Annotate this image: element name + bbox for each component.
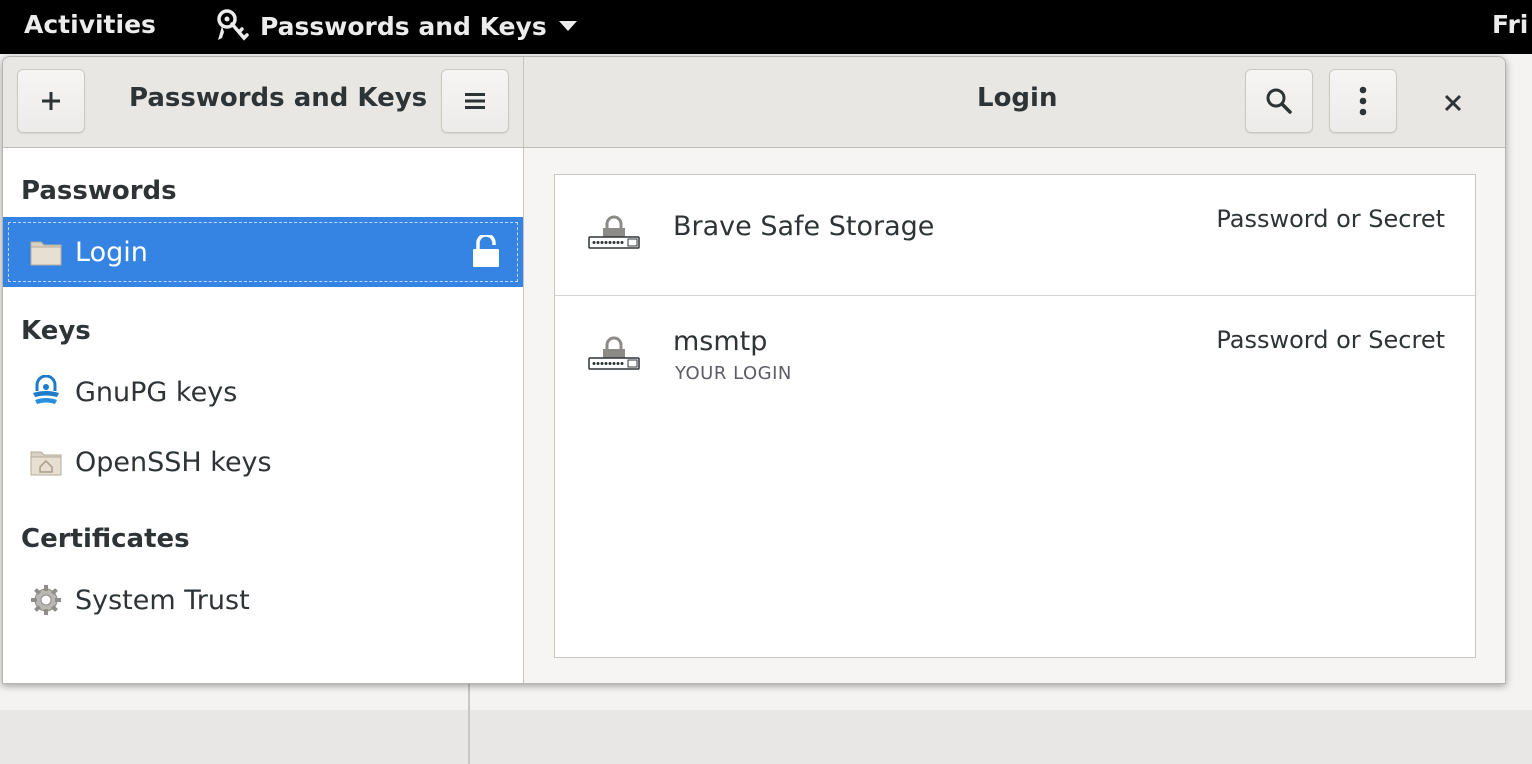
gnupg-icon	[33, 375, 59, 404]
sidebar-item-label: OpenSSH keys	[75, 446, 272, 478]
password-key-icon	[588, 215, 640, 249]
top-bar: Activities Passwords and Keys Fri	[0, 0, 1532, 54]
main-menu-button[interactable]	[441, 69, 509, 133]
sidebar-item-label: System Trust	[75, 584, 250, 616]
plus-icon	[42, 92, 60, 110]
section-title-passwords: Passwords	[21, 176, 177, 206]
app-menu-label: Passwords and Keys	[260, 11, 547, 41]
item-name: Brave Safe Storage	[673, 211, 935, 242]
vertical-dots-icon	[1359, 86, 1367, 116]
app-menu[interactable]: Passwords and Keys	[214, 8, 577, 44]
sidebar-item-gnupg-keys[interactable]: GnuPG keys	[3, 357, 523, 427]
folder-icon	[30, 241, 62, 266]
list-item[interactable]: Brave Safe Storage Password or Secret	[555, 175, 1475, 296]
close-button[interactable]	[1433, 83, 1473, 123]
content-pane: Brave Safe Storage Password or Secret ms…	[524, 148, 1505, 683]
password-key-icon	[588, 336, 640, 370]
header-bar: Passwords and Keys Login	[3, 57, 1505, 148]
activities-button[interactable]: Activities	[24, 10, 156, 39]
item-type: Password or Secret	[1216, 326, 1445, 354]
background-divider	[468, 674, 470, 764]
add-button[interactable]	[17, 69, 85, 133]
sidebar-title: Passwords and Keys	[129, 83, 428, 113]
keys-app-icon	[217, 9, 249, 41]
section-title-keys: Keys	[21, 316, 91, 346]
item-type: Password or Secret	[1216, 205, 1445, 233]
close-icon	[1444, 94, 1462, 112]
passwords-and-keys-window: Passwords and Keys Login Passwords Login…	[2, 56, 1506, 684]
more-options-button[interactable]	[1329, 69, 1397, 133]
gear-icon	[31, 585, 61, 615]
hamburger-icon	[465, 93, 485, 109]
home-folder-icon	[30, 451, 62, 476]
content-title: Login	[977, 83, 1058, 113]
search-button[interactable]	[1245, 69, 1313, 133]
sidebar-item-system-trust[interactable]: System Trust	[3, 565, 523, 635]
sidebar-item-openssh-keys[interactable]: OpenSSH keys	[3, 427, 523, 497]
clock[interactable]: Fri	[1492, 10, 1528, 39]
items-list: Brave Safe Storage Password or Secret ms…	[554, 174, 1476, 658]
sidebar-item-label: GnuPG keys	[75, 376, 238, 408]
unlocked-padlock-icon[interactable]	[471, 235, 501, 269]
sidebar-item-label: Login	[75, 236, 148, 268]
item-name: msmtp	[673, 326, 768, 357]
section-title-certificates: Certificates	[21, 524, 190, 554]
sidebar: Passwords Login Keys GnuPG keys OpenSSH …	[3, 148, 523, 683]
list-item[interactable]: msmtp YOUR LOGIN Password or Secret	[555, 296, 1475, 416]
item-subtitle: YOUR LOGIN	[675, 363, 792, 384]
sidebar-item-login[interactable]: Login	[3, 217, 523, 287]
chevron-down-icon	[558, 21, 577, 31]
search-icon	[1266, 88, 1292, 114]
